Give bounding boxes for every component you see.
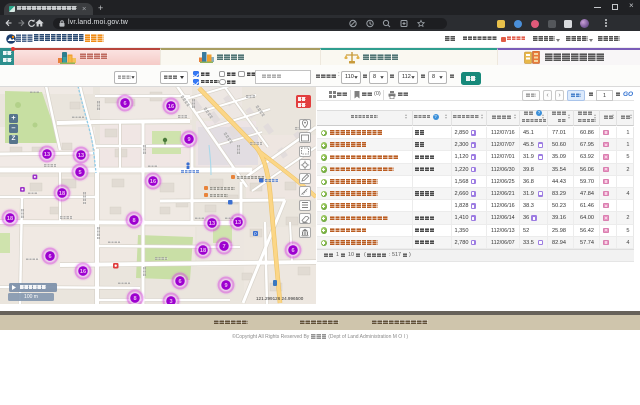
svg-text:6: 6 <box>123 101 126 107</box>
svg-text:6: 6 <box>48 254 51 260</box>
svg-text:6: 6 <box>291 248 294 254</box>
svg-text:13: 13 <box>235 220 241 226</box>
svg-text:13: 13 <box>44 152 50 158</box>
svg-text:13: 13 <box>78 153 84 159</box>
svg-text:18: 18 <box>59 191 65 197</box>
svg-text:13: 13 <box>209 221 215 227</box>
svg-text:8: 8 <box>133 296 136 302</box>
svg-text:9: 9 <box>187 137 190 143</box>
svg-text:6: 6 <box>178 279 181 285</box>
svg-text:8: 8 <box>132 218 135 224</box>
svg-text:5: 5 <box>78 170 81 176</box>
svg-text:18: 18 <box>200 248 206 254</box>
svg-text:16: 16 <box>80 269 86 275</box>
svg-text:16: 16 <box>150 179 156 185</box>
svg-text:9: 9 <box>224 283 227 289</box>
svg-text:16: 16 <box>168 104 174 110</box>
svg-text:7: 7 <box>222 244 225 250</box>
svg-text:18: 18 <box>7 216 13 222</box>
